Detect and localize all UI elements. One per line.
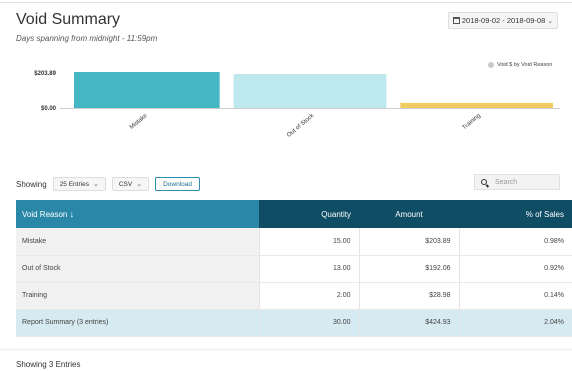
x-tick-label: Training [462, 113, 482, 131]
cell-void-reason: Out of Stock [16, 255, 259, 283]
column-header-void-reason[interactable]: Void Reason ↓ [16, 200, 259, 228]
void-bar-chart: $203.89 $0.00 Mistake Out of Stock Training [34, 71, 560, 139]
summary-quantity: 30.00 [258, 309, 359, 337]
bar-out-of-stock [233, 74, 387, 108]
format-select[interactable]: CSV ⌄ [111, 177, 150, 191]
cell-percent-of-sales: 0.92% [458, 255, 572, 283]
bar-training [400, 102, 553, 108]
footer-entries-count: Showing 3 Entries [16, 360, 81, 369]
table-header-row: Void Reason ↓ Quantity Amount % of Sales [16, 200, 572, 228]
page-title: Void Summary [16, 11, 121, 28]
cell-quantity: 15.00 [258, 228, 359, 256]
summary-percent-of-sales: 2.04% [458, 309, 572, 337]
summary-row: Report Summary (3 entries) 30.00 $424.93… [16, 309, 572, 337]
column-header-amount[interactable]: Amount [359, 200, 459, 228]
table-row: Out of Stock 13.00 $192.06 0.92% [16, 255, 572, 283]
page-subtitle: Days spanning from midnight - 11:59pm [16, 34, 158, 43]
entries-select[interactable]: 25 Entries ⌄ [52, 177, 106, 191]
legend-swatch [488, 62, 494, 68]
date-range-picker[interactable]: 2018-09-02 - 2018-09-08 ⌄ [448, 12, 558, 29]
cell-amount: $203.89 [358, 228, 459, 256]
date-range-label: 2018-09-02 - 2018-09-08 [461, 16, 546, 25]
table-controls: Showing 25 Entries ⌄ CSV ⌄ Download [16, 177, 201, 191]
cell-void-reason: Training [16, 282, 259, 310]
search-input[interactable]: Search [474, 174, 560, 190]
column-header-quantity[interactable]: Quantity [259, 200, 359, 228]
chevron-down-icon: ⌄ [92, 181, 99, 188]
table-row: Training 2.00 $28.98 0.14% [16, 282, 572, 310]
cell-percent-of-sales: 0.98% [458, 228, 572, 256]
legend-label: Void $ by Void Reason [497, 62, 553, 68]
showing-label: Showing [16, 179, 47, 189]
void-summary-table: Void Reason ↓ Quantity Amount % of Sales… [16, 200, 572, 337]
top-divider [0, 2, 572, 3]
sort-arrow-icon: ↓ [69, 209, 75, 219]
search-icon [481, 179, 487, 185]
entries-select-value: 25 Entries [59, 180, 89, 188]
chevron-down-icon: ⌄ [547, 17, 554, 25]
y-tick-label: $203.89 [34, 71, 56, 77]
cell-amount: $192.06 [358, 255, 459, 283]
x-tick-label: Out of Stock [286, 112, 316, 138]
cell-amount: $28.98 [358, 282, 459, 310]
cell-quantity: 13.00 [258, 255, 359, 283]
y-tick-label: $0.00 [41, 106, 57, 112]
table-bottom-band [0, 348, 572, 351]
cell-quantity: 2.00 [258, 282, 359, 310]
cell-void-reason: Mistake [16, 228, 259, 256]
chevron-down-icon: ⌄ [136, 181, 143, 188]
search-placeholder: Search [495, 178, 518, 186]
x-tick-label: Mistake [129, 113, 149, 131]
summary-amount: $424.93 [358, 309, 459, 337]
calendar-icon [452, 17, 460, 24]
column-header-percent-of-sales[interactable]: % of Sales [459, 200, 572, 228]
format-select-value: CSV [118, 180, 133, 188]
download-button[interactable]: Download [155, 177, 201, 191]
cell-percent-of-sales: 0.14% [458, 282, 572, 310]
chart-legend[interactable]: Void $ by Void Reason [488, 62, 552, 68]
summary-label: Report Summary (3 entries) [16, 309, 259, 337]
table-row: Mistake 15.00 $203.89 0.98% [16, 228, 572, 256]
bar-mistake [74, 72, 220, 108]
